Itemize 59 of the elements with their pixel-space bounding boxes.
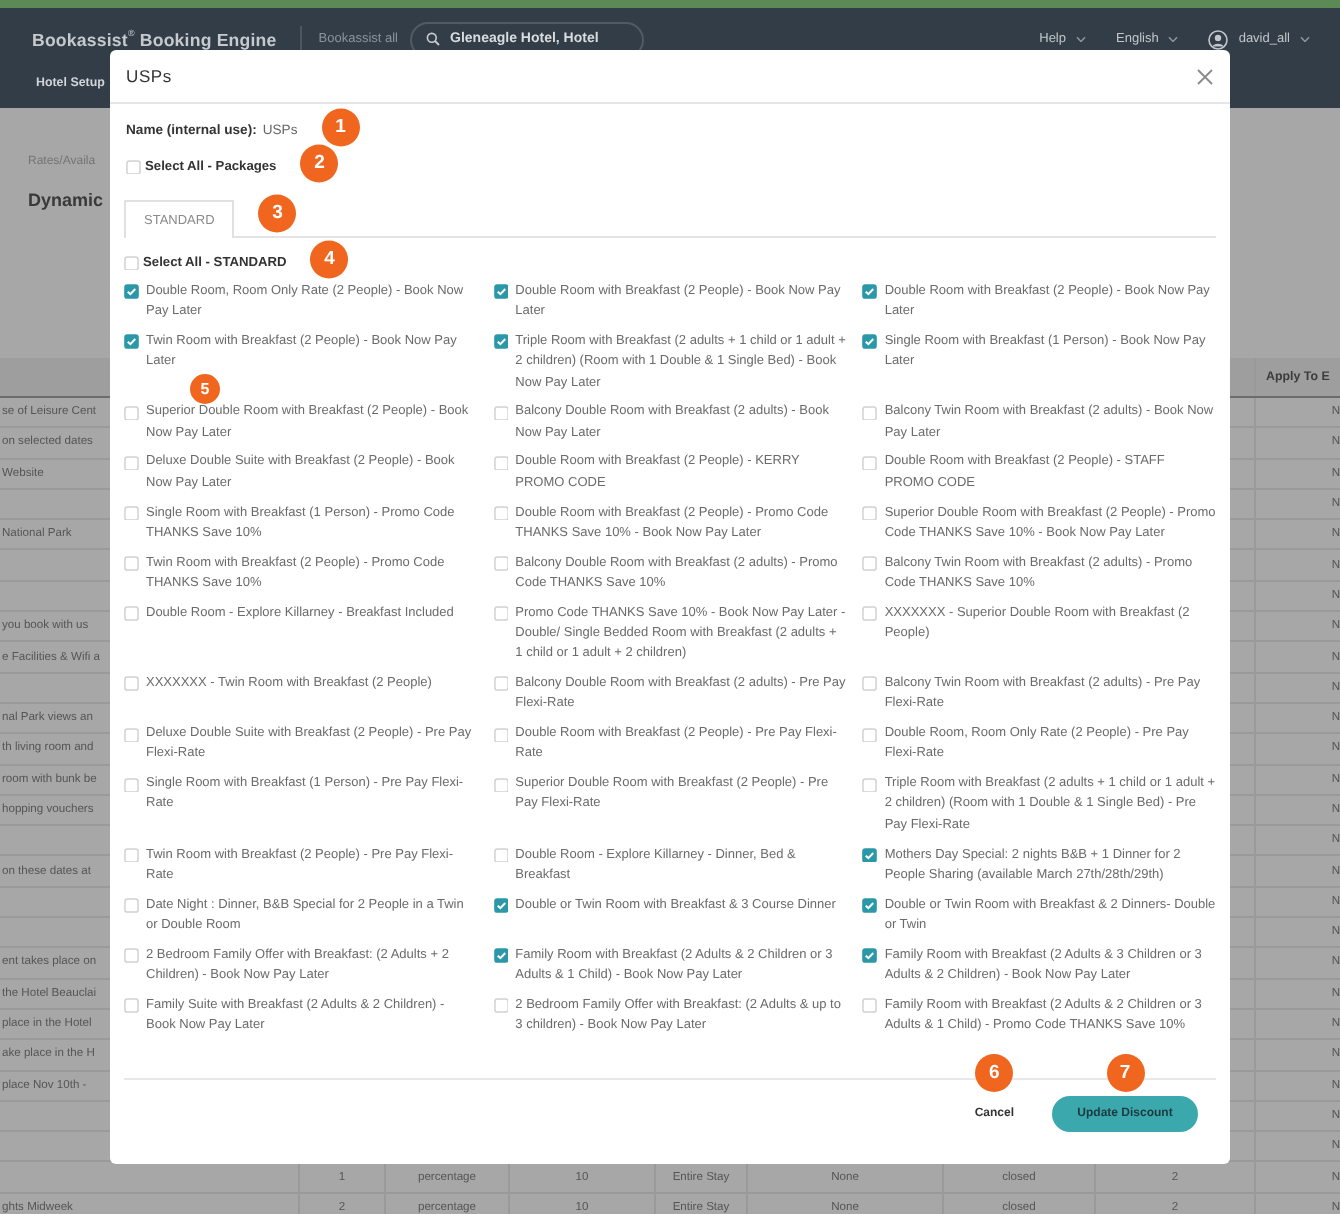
caret-icon — [1076, 35, 1086, 43]
checkbox[interactable] — [493, 455, 509, 471]
dialog-title: USPs — [126, 66, 172, 86]
checkbox[interactable] — [493, 505, 509, 521]
checkbox[interactable] — [124, 998, 139, 1014]
number-badge: 2 — [300, 143, 339, 182]
checkbox[interactable] — [493, 334, 509, 350]
checkbox[interactable] — [493, 777, 509, 793]
checkbox[interactable] — [493, 998, 509, 1014]
checkbox[interactable] — [126, 159, 141, 175]
checkbox[interactable] — [493, 948, 509, 964]
search-icon — [426, 32, 441, 46]
checkbox[interactable] — [124, 556, 139, 572]
checkbox[interactable] — [862, 334, 878, 350]
number-badge: 1 — [321, 107, 360, 146]
checkbox[interactable] — [862, 727, 878, 743]
checkbox[interactable] — [493, 405, 509, 421]
close-icon[interactable] — [1196, 67, 1214, 85]
checkbox[interactable] — [124, 255, 139, 271]
checkbox[interactable] — [124, 948, 139, 964]
checkbox[interactable] — [862, 556, 878, 572]
checkbox[interactable] — [124, 606, 139, 622]
checkbox[interactable] — [124, 847, 139, 863]
checkbox[interactable] — [862, 676, 878, 692]
checkbox[interactable] — [493, 847, 509, 863]
checkbox[interactable] — [862, 847, 878, 863]
checkbox[interactable] — [862, 405, 878, 421]
checkbox[interactable] — [493, 898, 509, 914]
number-badge: 7 — [1106, 1054, 1144, 1092]
checkbox[interactable] — [493, 556, 509, 572]
checkbox[interactable] — [124, 676, 139, 692]
number-badge: 3 — [258, 194, 297, 233]
checkbox[interactable] — [124, 727, 139, 743]
checkbox[interactable] — [862, 998, 878, 1014]
checkbox[interactable] — [124, 405, 139, 421]
checkbox[interactable] — [493, 727, 509, 743]
checkbox[interactable] — [862, 777, 878, 793]
number-badge: 4 — [310, 239, 349, 278]
caret-icon — [1168, 35, 1179, 43]
checkbox[interactable] — [862, 505, 878, 521]
caret-icon — [1300, 35, 1310, 43]
checkbox[interactable] — [862, 898, 878, 914]
checkbox[interactable] — [124, 284, 139, 300]
user-icon — [1208, 29, 1229, 49]
page-title: Dynamic — [28, 190, 104, 210]
number-badge: 6 — [975, 1054, 1014, 1092]
checkbox[interactable] — [493, 676, 509, 692]
checkbox[interactable] — [124, 455, 139, 471]
checkbox[interactable] — [124, 505, 139, 521]
checkbox[interactable] — [493, 606, 509, 622]
checkbox[interactable] — [862, 284, 878, 300]
checkbox[interactable] — [124, 777, 139, 793]
checkbox[interactable] — [124, 334, 139, 350]
checkbox[interactable] — [862, 455, 878, 471]
checkbox[interactable] — [862, 948, 878, 964]
checkbox[interactable] — [124, 898, 139, 914]
checkbox[interactable] — [493, 284, 509, 300]
number-badge: 5 — [190, 373, 220, 403]
checkbox[interactable] — [862, 606, 878, 622]
